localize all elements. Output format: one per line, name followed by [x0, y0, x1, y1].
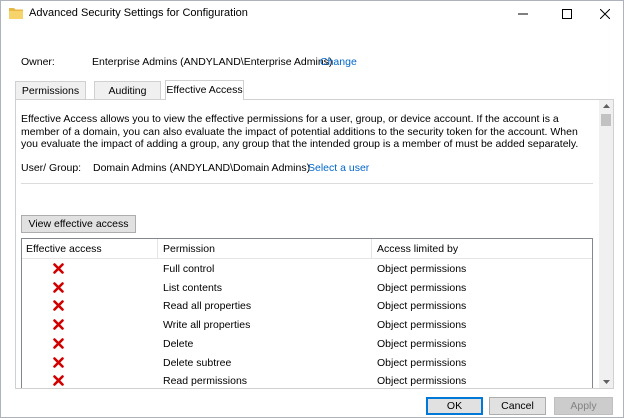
chevron-down-icon: [602, 380, 610, 384]
column-header-permission[interactable]: Permission: [163, 243, 215, 255]
close-icon: [600, 8, 610, 19]
column-divider[interactable]: [371, 239, 372, 259]
table-row[interactable]: Write all properties Object permissions: [22, 316, 592, 335]
table-row[interactable]: Delete Object permissions: [22, 335, 592, 354]
access-limited-by-cell: Object permissions: [377, 300, 467, 313]
advanced-security-settings-window: Advanced Security Settings for Configura…: [0, 0, 624, 418]
change-owner-link[interactable]: Change: [320, 56, 357, 68]
table-row[interactable]: Full control Object permissions: [22, 260, 592, 279]
minimize-icon: [518, 13, 528, 14]
list-header: Effective access Permission Access limit…: [22, 239, 592, 259]
table-row[interactable]: Read permissions Object permissions: [22, 372, 592, 388]
title-bar[interactable]: Advanced Security Settings for Configura…: [1, 1, 623, 27]
access-limited-by-cell: Object permissions: [377, 375, 467, 388]
folder-icon: [9, 8, 23, 19]
ok-button[interactable]: OK: [426, 397, 483, 415]
column-divider[interactable]: [157, 239, 158, 259]
tab-auditing[interactable]: Auditing: [94, 81, 161, 99]
deny-x-icon: [53, 263, 64, 274]
deny-x-icon: [53, 356, 64, 368]
deny-x-icon: [53, 319, 64, 330]
owner-label: Owner:: [21, 56, 55, 68]
select-user-link[interactable]: Select a user: [308, 162, 369, 174]
access-limited-by-cell: Object permissions: [377, 281, 467, 294]
user-group-value: Domain Admins (ANDYLAND\Domain Admins): [93, 162, 311, 174]
separator: [21, 183, 593, 184]
owner-value: Enterprise Admins (ANDYLAND\Enterprise A…: [92, 56, 333, 68]
deny-x-icon: [53, 300, 64, 312]
access-limited-by-cell: Object permissions: [377, 337, 467, 350]
access-limited-by-cell: Object permissions: [377, 319, 467, 332]
maximize-icon: [562, 8, 572, 19]
scroll-thumb[interactable]: [601, 114, 611, 126]
column-header-access-limited-by[interactable]: Access limited by: [377, 243, 458, 255]
apply-button[interactable]: Apply: [554, 397, 613, 415]
cancel-button[interactable]: Cancel: [489, 397, 546, 415]
table-row[interactable]: List contents Object permissions: [22, 279, 592, 298]
maximize-button[interactable]: [547, 1, 587, 26]
effective-access-description: Effective Access allows you to view the …: [21, 113, 579, 150]
permission-cell: Read permissions: [163, 375, 248, 388]
table-row[interactable]: Delete subtree Object permissions: [22, 354, 592, 373]
permission-cell: Delete subtree: [163, 356, 232, 369]
view-effective-access-button[interactable]: View effective access: [21, 215, 136, 233]
deny-x-icon: [53, 337, 64, 349]
permission-cell: Full control: [163, 263, 215, 275]
tab-permissions[interactable]: Permissions: [15, 81, 86, 99]
table-row[interactable]: Read all properties Object permissions: [22, 297, 592, 316]
close-button[interactable]: [585, 1, 624, 26]
vertical-scrollbar[interactable]: [599, 100, 613, 388]
chevron-up-icon: [602, 104, 610, 108]
user-group-label: User/ Group:: [21, 162, 82, 174]
permission-cell: Delete: [163, 337, 194, 350]
scroll-up-button[interactable]: [599, 100, 613, 112]
tab-effective-access[interactable]: Effective Access: [165, 80, 244, 100]
permission-cell: List contents: [163, 281, 222, 294]
window-title: Advanced Security Settings for Configura…: [29, 7, 248, 19]
access-limited-by-cell: Object permissions: [377, 263, 467, 275]
permission-cell: Write all properties: [163, 319, 251, 332]
scroll-down-button[interactable]: [599, 376, 613, 388]
effective-access-list[interactable]: Effective access Permission Access limit…: [21, 238, 593, 388]
column-header-effective-access[interactable]: Effective access: [26, 243, 102, 255]
deny-x-icon: [53, 281, 64, 293]
minimize-button[interactable]: [503, 1, 543, 26]
access-limited-by-cell: Object permissions: [377, 356, 467, 369]
permission-cell: Read all properties: [163, 300, 252, 313]
deny-x-icon: [53, 375, 64, 386]
